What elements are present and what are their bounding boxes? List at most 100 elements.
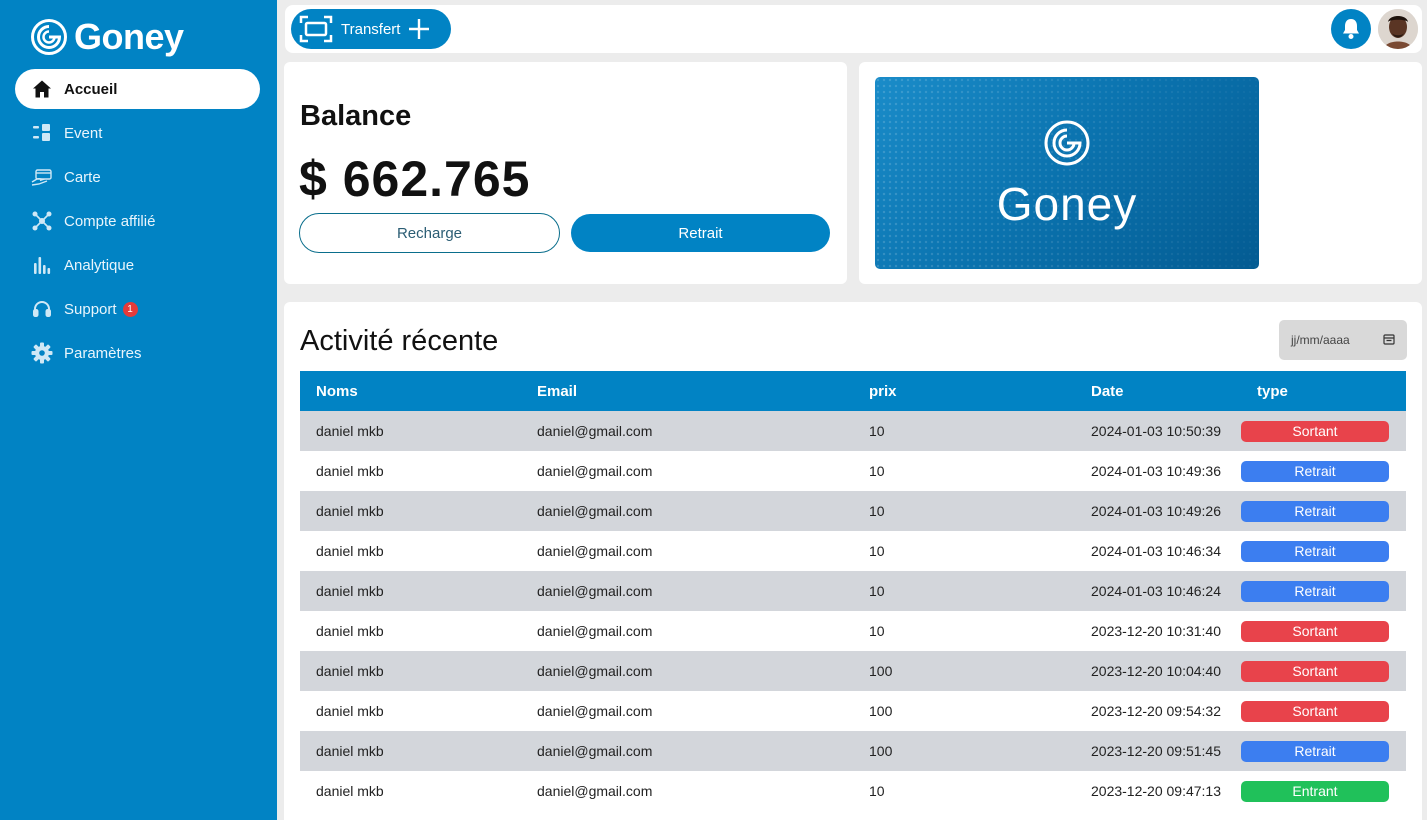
sidebar-item-parametres[interactable]: Paramètres [15, 333, 260, 373]
cell-name: daniel mkb [316, 663, 384, 679]
cell-name: daniel mkb [316, 623, 384, 639]
bank-card: Goney [875, 77, 1259, 269]
cell-prix: 10 [869, 463, 885, 479]
cell-prix: 10 [869, 583, 885, 599]
cell-prix: 10 [869, 783, 885, 799]
type-badge: Retrait [1241, 740, 1389, 762]
card-hand-icon [31, 166, 53, 188]
date-placeholder: jj/mm/aaaa [1291, 333, 1350, 347]
table-row[interactable]: daniel mkb daniel@gmail.com 10 2024-01-03 1… [300, 531, 1406, 571]
cell-email: daniel@gmail.com [537, 743, 653, 759]
sidebar-item-label: Paramètres [64, 344, 142, 362]
notifications-button[interactable] [1331, 9, 1371, 49]
sidebar-item-carte[interactable]: Carte [15, 157, 260, 197]
sidebar-item-analytique[interactable]: Analytique [15, 245, 260, 285]
app-logo[interactable]: Goney [30, 16, 184, 58]
bell-icon [1343, 19, 1359, 39]
date-filter-input[interactable]: jj/mm/aaaa [1279, 320, 1407, 360]
logo-text: Goney [74, 16, 184, 57]
headset-icon [31, 298, 53, 320]
cell-email: daniel@gmail.com [537, 623, 653, 639]
bar-chart-icon [31, 254, 53, 276]
avatar-image [1378, 9, 1418, 49]
cell-prix: 100 [869, 703, 893, 719]
cell-type: Sortant [1241, 411, 1406, 451]
column-header-noms: Noms [316, 382, 358, 400]
cell-email: daniel@gmail.com [537, 463, 653, 479]
cell-type: Sortant [1241, 691, 1406, 731]
sidebar-item-accueil[interactable]: Accueil [15, 69, 260, 109]
sidebar-item-label: Compte affilié [64, 212, 156, 230]
cell-email: daniel@gmail.com [537, 783, 653, 799]
cell-prix: 10 [869, 423, 885, 439]
cell-date: 2023-12-20 10:31:40 [1091, 623, 1221, 639]
sidebar-item-event[interactable]: Event [15, 113, 260, 153]
cell-prix: 10 [869, 623, 885, 639]
cell-name: daniel mkb [316, 423, 384, 439]
cell-date: 2023-12-20 09:47:13 [1091, 783, 1221, 799]
table-header-row: Noms Email prix Date type [300, 371, 1406, 411]
type-badge: Retrait [1241, 580, 1389, 602]
balance-title: Balance [300, 100, 412, 132]
cell-prix: 100 [869, 663, 893, 679]
cell-name: daniel mkb [316, 503, 384, 519]
sidebar-item-label: Analytique [64, 256, 135, 274]
sidebar-item-support[interactable]: Support 1 [15, 289, 260, 329]
cell-name: daniel mkb [316, 703, 384, 719]
transfer-button[interactable]: Transfert [291, 9, 451, 49]
cell-email: daniel@gmail.com [537, 543, 653, 559]
balance-card: Balance $ 662.765 Recharge Retrait [284, 62, 847, 284]
calendar-icon[interactable] [1383, 333, 1395, 345]
cell-type: Retrait [1241, 531, 1406, 571]
cell-email: daniel@gmail.com [537, 423, 653, 439]
cell-prix: 10 [869, 543, 885, 559]
cell-date: 2024-01-03 10:50:39 [1091, 423, 1221, 439]
table-row[interactable]: daniel mkb daniel@gmail.com 10 2024-01-03 1… [300, 451, 1406, 491]
user-avatar[interactable] [1378, 9, 1418, 49]
top-bar: Transfert [285, 5, 1422, 53]
goney-logo-icon [1044, 120, 1090, 166]
type-badge: Retrait [1241, 460, 1389, 482]
column-header-prix: prix [869, 382, 897, 400]
type-badge: Retrait [1241, 540, 1389, 562]
card-panel: Goney [859, 62, 1422, 284]
column-header-date: Date [1091, 382, 1124, 400]
cell-name: daniel mkb [316, 463, 384, 479]
table-row[interactable]: daniel mkb daniel@gmail.com 10 2024-01-03 1… [300, 491, 1406, 531]
card-brand: Goney [996, 178, 1138, 230]
cell-type: Retrait [1241, 451, 1406, 491]
retrait-button[interactable]: Retrait [571, 214, 830, 252]
type-badge: Sortant [1241, 420, 1389, 442]
card-pattern [875, 77, 1259, 269]
type-badge: Sortant [1241, 660, 1389, 682]
notification-badge: 1 [122, 301, 138, 317]
transfer-label: Transfert [341, 20, 401, 38]
sidebar-item-label: Support [64, 300, 117, 318]
recharge-button[interactable]: Recharge [299, 213, 560, 253]
cell-email: daniel@gmail.com [537, 503, 653, 519]
cell-type: Sortant [1241, 611, 1406, 651]
grid-icon [31, 122, 53, 144]
cell-type: Retrait [1241, 731, 1406, 771]
cell-date: 2024-01-03 10:46:24 [1091, 583, 1221, 599]
sidebar-nav: Accueil Event Carte Compte affilié Analy… [15, 69, 260, 377]
table-row[interactable]: daniel mkb daniel@gmail.com 10 2024-01-03 1… [300, 571, 1406, 611]
cell-type: Sortant [1241, 651, 1406, 691]
cell-email: daniel@gmail.com [537, 703, 653, 719]
table-row[interactable]: daniel mkb daniel@gmail.com 10 2024-01-03 1… [300, 411, 1406, 451]
type-badge: Retrait [1241, 500, 1389, 522]
table-row[interactable]: daniel mkb daniel@gmail.com 10 2023-12-20 1… [300, 611, 1406, 651]
cell-email: daniel@gmail.com [537, 663, 653, 679]
cell-email: daniel@gmail.com [537, 583, 653, 599]
home-icon [31, 78, 53, 100]
table-row[interactable]: daniel mkb daniel@gmail.com 100 2023-12-20 … [300, 691, 1406, 731]
table-row[interactable]: daniel mkb daniel@gmail.com 100 2023-12-20 … [300, 731, 1406, 771]
cell-prix: 10 [869, 503, 885, 519]
table-row[interactable]: daniel mkb daniel@gmail.com 10 2023-12-20 0… [300, 771, 1406, 811]
scan-icon [299, 15, 333, 43]
cell-date: 2024-01-03 10:49:26 [1091, 503, 1221, 519]
cell-date: 2024-01-03 10:46:34 [1091, 543, 1221, 559]
table-row[interactable]: daniel mkb daniel@gmail.com 100 2023-12-20 … [300, 651, 1406, 691]
sidebar-item-compte-affilie[interactable]: Compte affilié [15, 201, 260, 241]
type-badge: Entrant [1241, 780, 1389, 802]
